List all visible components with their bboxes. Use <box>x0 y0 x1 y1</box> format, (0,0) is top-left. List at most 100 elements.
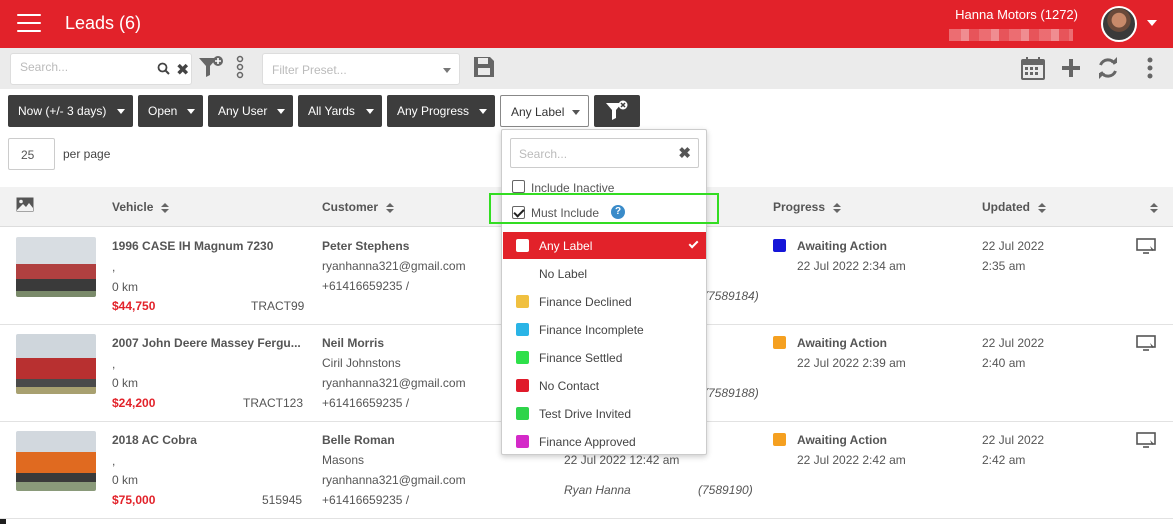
label-option-test-drive-invited[interactable]: Test Drive Invited <box>503 400 706 427</box>
menu-icon[interactable] <box>17 14 41 34</box>
filter-yard[interactable]: All Yards <box>298 95 382 127</box>
vehicle-km: 0 km <box>112 280 139 294</box>
filter-yard-label: All Yards <box>308 104 355 118</box>
customer-name[interactable]: Neil Morris <box>322 336 384 350</box>
filter-status[interactable]: Open <box>138 95 203 127</box>
label-option-text: Any Label <box>539 239 593 253</box>
clear-filters-button[interactable] <box>594 95 640 127</box>
column-progress[interactable]: Progress <box>773 200 842 214</box>
column-updated[interactable]: Updated <box>982 200 1046 214</box>
filter-add-icon[interactable] <box>198 55 224 79</box>
filter-user[interactable]: Any User <box>208 95 293 127</box>
calendar-icon[interactable] <box>1021 56 1045 80</box>
sort-icon <box>833 202 842 213</box>
chevron-down-icon <box>277 109 285 114</box>
filter-date[interactable]: Now (+/- 3 days) <box>8 95 133 127</box>
include-inactive-checkbox[interactable] <box>512 180 525 193</box>
label-option-no-contact[interactable]: No Contact <box>503 372 706 399</box>
vehicle-title[interactable]: 1996 CASE IH Magnum 7230 <box>112 239 273 253</box>
vehicle-sub: , <box>112 357 116 371</box>
label-option-no-label[interactable]: No Label <box>503 260 706 287</box>
redacted-user-info <box>949 29 1073 41</box>
chevron-down-icon <box>572 110 580 115</box>
chevron-down-icon <box>187 109 195 114</box>
monitor-icon[interactable] <box>1136 238 1156 254</box>
progress-status: Awaiting Action <box>797 433 887 447</box>
label-option-finance-declined[interactable]: Finance Declined <box>503 288 706 315</box>
progress-status: Awaiting Action <box>797 239 887 253</box>
customer-company: Masons <box>322 453 365 467</box>
columns-icon[interactable] <box>234 55 246 81</box>
monitor-icon[interactable] <box>1136 335 1156 351</box>
company-name[interactable]: Hanna Motors (1272) <box>955 7 1078 22</box>
label-color-swatch <box>516 435 529 448</box>
vehicle-thumbnail[interactable] <box>16 431 96 491</box>
vehicle-title[interactable]: 2018 AC Cobra <box>112 433 197 447</box>
page-title: Leads (6) <box>65 13 142 33</box>
monitor-icon[interactable] <box>1136 432 1156 448</box>
add-icon[interactable] <box>1061 58 1081 78</box>
label-color-swatch <box>516 379 529 392</box>
search-input[interactable] <box>20 60 150 74</box>
column-actions[interactable] <box>1142 200 1158 214</box>
progress-color <box>773 239 786 252</box>
label-option-any-label[interactable]: Any Label <box>503 232 706 259</box>
customer-email: ryanhanna321@gmail.com <box>322 473 466 487</box>
per-page-input[interactable]: 25 <box>8 138 55 170</box>
updated-time: 2:42 am <box>982 453 1026 467</box>
stock-number: 515945 <box>262 493 303 507</box>
label-search-input[interactable]: Search... ✖ <box>510 138 699 168</box>
filter-label[interactable]: Any Label <box>500 95 589 127</box>
label-option-finance-approved[interactable]: Finance Approved <box>503 428 706 455</box>
label-color-swatch <box>516 323 529 336</box>
vehicle-thumbnail[interactable] <box>16 334 96 394</box>
label-option-finance-settled[interactable]: Finance Settled <box>503 344 706 371</box>
stock-number: TRACT123 <box>243 396 304 410</box>
filter-preset-select[interactable]: Filter Preset... <box>262 53 460 85</box>
clear-icon[interactable]: ✖ <box>176 60 189 80</box>
save-icon[interactable] <box>472 55 496 79</box>
vehicle-price: $75,000 <box>112 493 156 507</box>
progress-color <box>773 433 786 446</box>
label-option-text: Finance Incomplete <box>539 323 644 337</box>
filter-progress[interactable]: Any Progress <box>387 95 495 127</box>
label-option-finance-incomplete[interactable]: Finance Incomplete <box>503 316 706 343</box>
customer-email: ryanhanna321@gmail.com <box>322 376 466 390</box>
avatar[interactable] <box>1101 6 1137 42</box>
check-icon <box>688 238 699 249</box>
column-vehicle[interactable]: Vehicle <box>112 200 170 214</box>
vehicle-price: $44,750 <box>112 299 156 313</box>
filter-user-label: Any User <box>218 104 268 118</box>
label-option-text: No Label <box>539 267 588 281</box>
search-icon[interactable] <box>157 62 170 75</box>
customer-name[interactable]: Peter Stephens <box>322 239 409 253</box>
label-option-text: Finance Settled <box>539 351 623 365</box>
chevron-down-icon <box>479 109 487 114</box>
image-icon <box>16 197 34 212</box>
vehicle-title[interactable]: 2007 John Deere Massey Fergu... <box>112 336 301 350</box>
chevron-down-icon <box>443 68 451 73</box>
customer-name[interactable]: Belle Roman <box>322 433 395 447</box>
vehicle-price: $24,200 <box>112 396 156 410</box>
assigned-date: 22 Jul 2022 12:42 am <box>564 453 680 467</box>
updated-date: 22 Jul 2022 <box>982 336 1045 350</box>
label-option-text: Finance Approved <box>539 435 636 449</box>
lead-id: (7589184) <box>704 289 759 303</box>
vehicle-thumbnail[interactable] <box>16 237 96 297</box>
updated-time: 2:40 am <box>982 356 1026 370</box>
updated-time: 2:35 am <box>982 259 1026 273</box>
label-color-swatch <box>516 407 529 420</box>
column-customer[interactable]: Customer <box>322 200 395 214</box>
updated-date: 22 Jul 2022 <box>982 433 1045 447</box>
refresh-icon[interactable] <box>1097 57 1119 79</box>
per-page-label: per page <box>63 147 111 161</box>
chevron-down-icon[interactable] <box>1147 20 1157 26</box>
lead-id: (7589190) <box>698 483 753 497</box>
filter-label-label: Any Label <box>511 105 565 119</box>
more-icon[interactable] <box>1147 57 1153 79</box>
chevron-down-icon <box>117 109 125 114</box>
customer-phone: +61416659235 / <box>322 279 410 293</box>
lead-id: (7589188) <box>704 386 759 400</box>
top-bar: Leads (6) Hanna Motors (1272) <box>0 0 1173 48</box>
close-icon[interactable]: ✖ <box>678 144 691 162</box>
